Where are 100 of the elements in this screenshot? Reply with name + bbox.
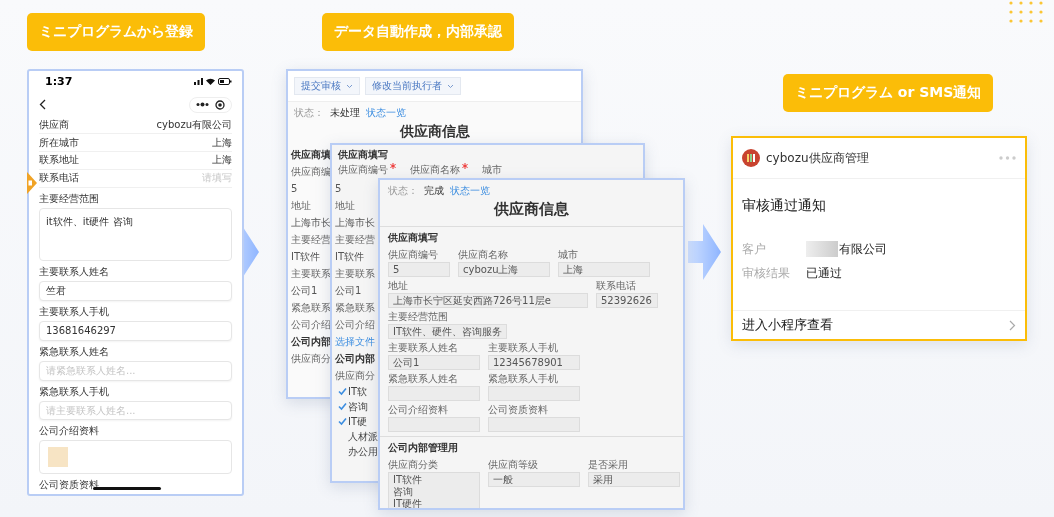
row-value: cybozu有限公司 [156,117,232,132]
field-value: 上海 [558,262,650,277]
field-label: 紧急联系人姓名 [39,345,109,358]
capsule-menu[interactable] [189,96,232,113]
field-label: 地址 [335,199,355,213]
status-label: 状态： [388,184,418,198]
section-heading: 供应商填 [291,148,331,162]
section-heading: 公司内部 [335,352,375,366]
field-label: 公司介绍资料 [388,404,449,416]
more-icon[interactable] [196,102,209,108]
input-field[interactable]: 竺君 [39,281,232,301]
checkbox-item[interactable]: IT硬 [335,414,368,429]
step-label: データ自動作成，内部承認 [322,13,514,51]
field-value: 采用 [588,472,680,487]
field-value: cybozu上海 [458,262,550,277]
section-heading: 公司内部管理用 [388,441,459,455]
field-value: 上海市长宁区延安西路726号11层e [388,293,588,308]
footer-link[interactable]: 进入小程序查看 [733,310,1025,339]
field-label: 供应商等级 [488,459,539,471]
field-label: 主要经营 [335,233,375,247]
section-heading: 供应商填写 [388,231,439,245]
checkbox-item[interactable]: 人材派 [335,429,378,444]
status-label: 状态： [294,106,324,120]
form-title: 供应商信息 [492,199,570,220]
field-label: 紧急联系 [335,301,375,315]
notification-title: 审核通过通知 [741,196,827,215]
field-label: 紧急联系人手机 [488,373,559,385]
field-label: 供应商编 [291,165,331,179]
app-logo-icon [742,149,760,167]
status-value: 完成 [424,184,444,198]
field-value: IT软件 [335,250,365,264]
checkbox-item[interactable]: 办公用 [335,444,378,459]
field-value: 上海市长 [291,216,331,230]
signal-icon [194,78,203,86]
battery-icon [218,78,232,86]
field-label: 紧急联系 [291,301,331,315]
app-name: cybozu供应商管理 [766,149,870,167]
field-label: 主要经营 [291,233,331,247]
field-label: 地址 [291,199,311,213]
row-label: 联系电话 [39,171,79,186]
caret-icon [447,83,454,89]
field-label: 紧急联系人手机 [39,385,109,398]
field-value: 12345678901 [488,355,580,370]
textarea-field[interactable]: it软件、it硬件 咨询 [39,207,232,262]
status-value: 未处理 [330,106,360,120]
field-value: 公司1 [388,355,480,370]
row-value: 上海 [212,135,232,150]
row-label: 所在城市 [39,135,79,150]
field-value: IT软件 咨询 IT硬件 [388,472,480,508]
checkbox-item[interactable]: IT软 [335,384,368,399]
field-label: 联系电话 [596,280,637,292]
arrow-icon [688,224,721,280]
field-label: 供应商编号 [388,249,439,261]
wifi-icon [206,78,215,86]
field-label: 主要联系人姓名 [39,266,109,279]
toolbar-button[interactable]: 修改当前执行者 [365,77,461,95]
field-value: IT软件 [291,250,321,264]
field-label: 公司介绍 [291,318,331,332]
field-label: 地址 [388,280,409,292]
row-value: 有限公司 [839,240,887,258]
field-label: 供应商名称 [410,163,460,177]
field-label: 城市 [558,249,579,261]
field-value: 5 [335,182,342,196]
field-label: 城市 [482,163,502,177]
row-label: 供应商 [39,117,69,132]
row-label: 联系地址 [39,153,79,168]
form-title: 供应商信息 [398,122,471,141]
checkbox-item[interactable]: 咨询 [335,399,368,414]
status-time: 1:37 [44,75,73,89]
field-label: 主要联系人手机 [488,342,559,354]
field-label: 公司介绍资料 [39,425,99,438]
field-label: 供应商分 [291,352,331,366]
row-value: 上海 [212,153,232,168]
field-label: 主要联系 [291,267,331,281]
back-icon[interactable] [39,99,46,111]
thumbnail-icon [48,447,68,468]
row-label: 客户 [742,240,767,258]
field-label: 供应商分 [335,369,375,383]
field-label: 公司资质资料 [488,404,549,416]
field-value: 上海市长 [335,216,375,230]
field-label: 主要经营范围 [39,192,99,205]
toolbar-button[interactable]: 提交审核 [294,77,360,95]
field-label: 供应商分类 [388,459,439,471]
section-heading: 公司内部 [291,335,331,349]
field-label: 主要联系人手机 [39,306,109,318]
field-label: 主要联系 [335,267,375,281]
caret-icon [346,83,353,89]
row-label: 审核结果 [742,264,791,282]
target-icon[interactable] [215,99,225,110]
field-value: 公司1 [291,284,318,298]
field-value: 公司1 [335,284,362,298]
field-value: 52392626 [596,293,658,308]
field-label: 供应商名称 [458,249,509,261]
field-label: 公司介绍 [335,318,375,332]
input-field[interactable]: 13681646297 [39,321,232,341]
status-link[interactable]: 状态一览 [366,106,406,120]
field-label: 供应商编号 [338,163,388,177]
chevron-icon [1009,319,1016,331]
field-label: 紧急联系人姓名 [388,373,459,385]
field-value: 5 [388,262,450,277]
